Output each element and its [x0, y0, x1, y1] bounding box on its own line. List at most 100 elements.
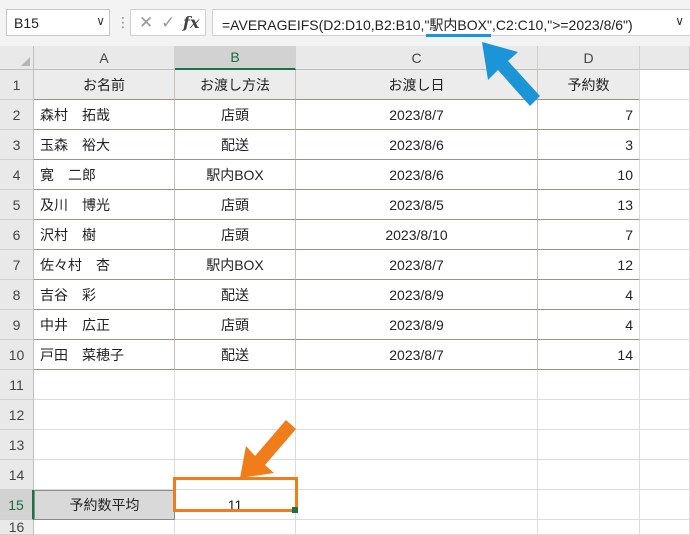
fill-handle[interactable] [292, 507, 298, 513]
table-cell[interactable]: 12 [538, 250, 640, 280]
table-cell[interactable]: 2023/8/6 [296, 160, 538, 190]
table-cell[interactable]: 2023/8/7 [296, 250, 538, 280]
formula-input[interactable]: =AVERAGEIFS(D2:D10,B2:B10,"駅内BOX",C2:C10… [212, 9, 690, 36]
table-cell[interactable]: 戸田 菜穂子 [34, 340, 175, 370]
table-cell[interactable]: 店頭 [175, 190, 296, 220]
table-cell[interactable]: 駅内BOX [175, 250, 296, 280]
cell-e4[interactable] [640, 160, 690, 190]
cell-a11[interactable] [34, 370, 175, 400]
cell-e9[interactable] [640, 310, 690, 340]
table-cell[interactable]: 2023/8/5 [296, 190, 538, 220]
cell-e15[interactable] [640, 490, 690, 520]
table-cell[interactable]: 吉谷 彩 [34, 280, 175, 310]
column-header-d[interactable]: D [538, 46, 640, 70]
table-cell[interactable]: 2023/8/10 [296, 220, 538, 250]
cell-e8[interactable] [640, 280, 690, 310]
cell-d15[interactable] [538, 490, 640, 520]
cell-c11[interactable] [296, 370, 538, 400]
table-cell[interactable]: 店頭 [175, 100, 296, 130]
cell-c14[interactable] [296, 460, 538, 490]
cell-e12[interactable] [640, 400, 690, 430]
enter-icon[interactable]: ✓ [161, 13, 175, 33]
cell-d11[interactable] [538, 370, 640, 400]
cell-c16[interactable] [296, 520, 538, 535]
more-options-icon[interactable]: ⋮ [116, 14, 130, 31]
table-cell[interactable]: 14 [538, 340, 640, 370]
cell-a14[interactable] [34, 460, 175, 490]
cell-e3[interactable] [640, 130, 690, 160]
table-cell[interactable]: 中井 広正 [34, 310, 175, 340]
table-cell[interactable]: 沢村 樹 [34, 220, 175, 250]
row-header-12[interactable]: 12 [0, 400, 34, 430]
cell-e10[interactable] [640, 340, 690, 370]
row-header-7[interactable]: 7 [0, 250, 34, 280]
column-header-a[interactable]: A [34, 46, 175, 70]
cell-e6[interactable] [640, 220, 690, 250]
row-header-4[interactable]: 4 [0, 160, 34, 190]
row-header-16[interactable]: 16 [0, 519, 34, 535]
row-header-5[interactable]: 5 [0, 190, 34, 220]
cell-e1[interactable] [640, 70, 690, 100]
table-cell[interactable]: 玉森 裕大 [34, 130, 175, 160]
cell-e13[interactable] [640, 430, 690, 460]
row-header-10[interactable]: 10 [0, 340, 34, 370]
cell-a12[interactable] [34, 400, 175, 430]
table-cell[interactable]: 7 [538, 220, 640, 250]
cell-b11[interactable] [175, 370, 296, 400]
table-cell[interactable]: 配送 [175, 130, 296, 160]
table-cell[interactable]: 4 [538, 280, 640, 310]
table-cell[interactable]: 2023/8/7 [296, 340, 538, 370]
table-cell[interactable]: 店頭 [175, 310, 296, 340]
table-cell[interactable]: 駅内BOX [175, 160, 296, 190]
cell-d14[interactable] [538, 460, 640, 490]
table-cell[interactable]: 4 [538, 310, 640, 340]
table-cell[interactable]: 7 [538, 100, 640, 130]
table-cell[interactable]: 及川 博光 [34, 190, 175, 220]
chevron-down-icon[interactable]: ∨ [96, 14, 105, 28]
insert-function-icon[interactable]: fx [183, 13, 199, 32]
table-cell[interactable]: 3 [538, 130, 640, 160]
cell-d16[interactable] [538, 520, 640, 535]
row-header-15[interactable]: 15 [0, 490, 34, 520]
cell-b16[interactable] [175, 520, 296, 535]
expand-formula-icon[interactable]: ∨ [675, 14, 684, 28]
cell-e16[interactable] [640, 520, 690, 535]
cell-c13[interactable] [296, 430, 538, 460]
cell-d13[interactable] [538, 430, 640, 460]
row-header-1[interactable]: 1 [0, 70, 34, 100]
cell-a16[interactable] [34, 520, 175, 535]
table-cell[interactable]: 13 [538, 190, 640, 220]
table-cell[interactable]: 配送 [175, 340, 296, 370]
summary-label[interactable]: 予約数平均 [34, 490, 175, 520]
cell-a13[interactable] [34, 430, 175, 460]
table-header-cell[interactable]: 予約数 [538, 70, 640, 100]
table-cell[interactable]: 2023/8/9 [296, 310, 538, 340]
cell-c12[interactable] [296, 400, 538, 430]
table-cell[interactable]: 2023/8/6 [296, 130, 538, 160]
table-cell[interactable]: 配送 [175, 280, 296, 310]
table-cell[interactable]: 森村 拓哉 [34, 100, 175, 130]
select-all-corner[interactable] [0, 46, 34, 70]
table-header-cell[interactable]: お渡し方法 [175, 70, 296, 100]
row-header-13[interactable]: 13 [0, 430, 34, 460]
cell-e5[interactable] [640, 190, 690, 220]
row-header-14[interactable]: 14 [0, 460, 34, 490]
cancel-icon[interactable]: ✕ [139, 13, 153, 33]
column-header-next[interactable] [640, 46, 690, 70]
cell-e7[interactable] [640, 250, 690, 280]
name-box[interactable]: B15 ∨ [6, 9, 110, 36]
row-header-3[interactable]: 3 [0, 130, 34, 160]
row-header-8[interactable]: 8 [0, 280, 34, 310]
cell-e11[interactable] [640, 370, 690, 400]
cell-e2[interactable] [640, 100, 690, 130]
table-cell[interactable]: 寛 二郎 [34, 160, 175, 190]
cell-c15[interactable] [296, 490, 538, 520]
cell-d12[interactable] [538, 400, 640, 430]
row-header-2[interactable]: 2 [0, 100, 34, 130]
table-header-cell[interactable]: お名前 [34, 70, 175, 100]
row-header-6[interactable]: 6 [0, 220, 34, 250]
row-header-9[interactable]: 9 [0, 310, 34, 340]
row-header-11[interactable]: 11 [0, 370, 34, 400]
table-cell[interactable]: 10 [538, 160, 640, 190]
column-header-b[interactable]: B [175, 46, 296, 70]
